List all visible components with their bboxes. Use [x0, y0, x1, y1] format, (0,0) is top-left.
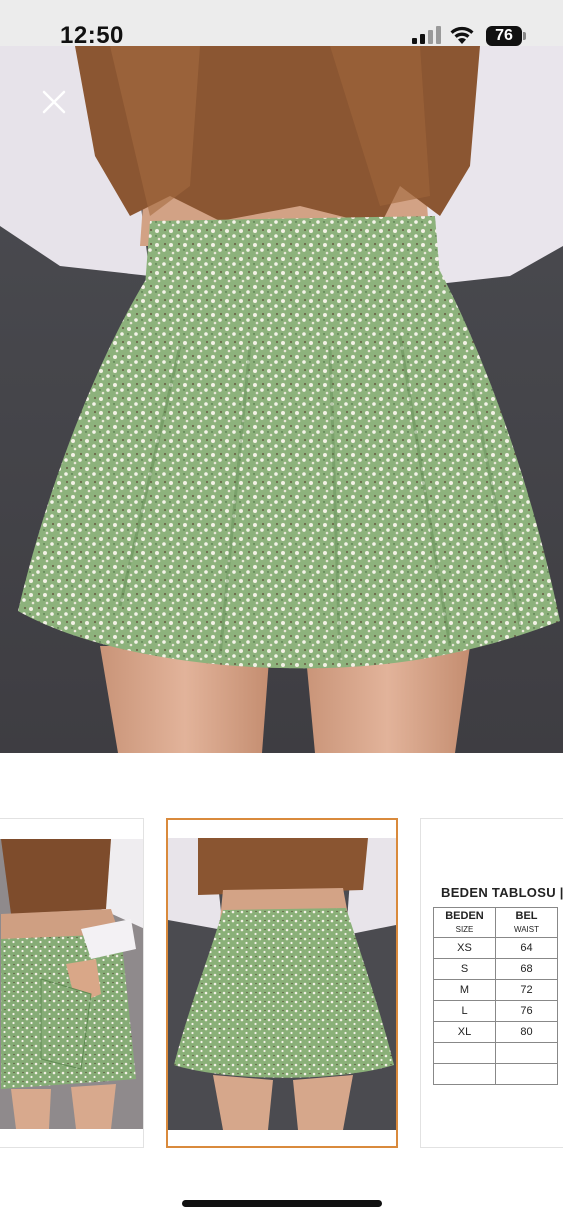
- battery-tip: [523, 32, 526, 40]
- cellular-signal-icon: [412, 26, 441, 44]
- size-chart-title: BEDEN TABLOSU | S: [441, 885, 563, 900]
- wifi-icon: [450, 26, 474, 44]
- table-row: [433, 1042, 558, 1064]
- thumbnail-3-size-chart[interactable]: BEDEN TABLOSU | S BEDENSIZE BELWAIST XS6…: [420, 818, 563, 1148]
- size-cell: L: [433, 1000, 496, 1022]
- table-row: XS 64: [433, 937, 558, 959]
- size-chart-table: BEDEN SIZE BEL WAIST XS 64 S 68 M 72 L 76 XL 80: [433, 907, 558, 1085]
- waist-cell: [495, 1063, 558, 1085]
- table-row: M 72: [433, 979, 558, 1001]
- waist-cell: 80: [495, 1021, 558, 1043]
- size-cell: S: [433, 958, 496, 980]
- thumbnail-2-selected[interactable]: [166, 818, 398, 1148]
- size-column-header: BEDEN SIZE: [433, 907, 496, 938]
- waist-cell: 68: [495, 958, 558, 980]
- table-row: S 68: [433, 958, 558, 980]
- waist-cell: 72: [495, 979, 558, 1001]
- product-image-viewer: 12:50 76 BEDEN TABLOSU BEDEN SIZE BEL WA…: [0, 0, 563, 1219]
- table-row: [433, 1063, 558, 1085]
- waist-cell: 76: [495, 1000, 558, 1022]
- waist-column-header: BEL WAIST: [495, 907, 558, 938]
- size-cell: M: [433, 979, 496, 1001]
- thumbnail-2-image: [168, 838, 396, 1130]
- waist-cell: [495, 1042, 558, 1064]
- table-row: XL 80: [433, 1021, 558, 1043]
- thumbnail-1-image: [0, 839, 143, 1129]
- battery-icon: 76: [486, 26, 522, 46]
- waist-cell: 64: [495, 937, 558, 959]
- thumbnail-1[interactable]: [0, 818, 144, 1148]
- close-icon[interactable]: [38, 86, 70, 118]
- main-product-photo[interactable]: [0, 46, 563, 753]
- size-cell: XL: [433, 1021, 496, 1043]
- thumbnail-strip: BEDEN TABLOSU | S BEDENSIZE BELWAIST XS6…: [0, 818, 563, 1150]
- size-cell: XS: [433, 937, 496, 959]
- size-cell: [433, 1042, 496, 1064]
- status-bar: 12:50 76: [0, 0, 563, 49]
- table-row: L 76: [433, 1000, 558, 1022]
- status-time: 12:50: [60, 22, 124, 49]
- size-cell: [433, 1063, 496, 1085]
- skirt-photo-illustration: [0, 46, 563, 753]
- home-indicator[interactable]: [182, 1200, 382, 1207]
